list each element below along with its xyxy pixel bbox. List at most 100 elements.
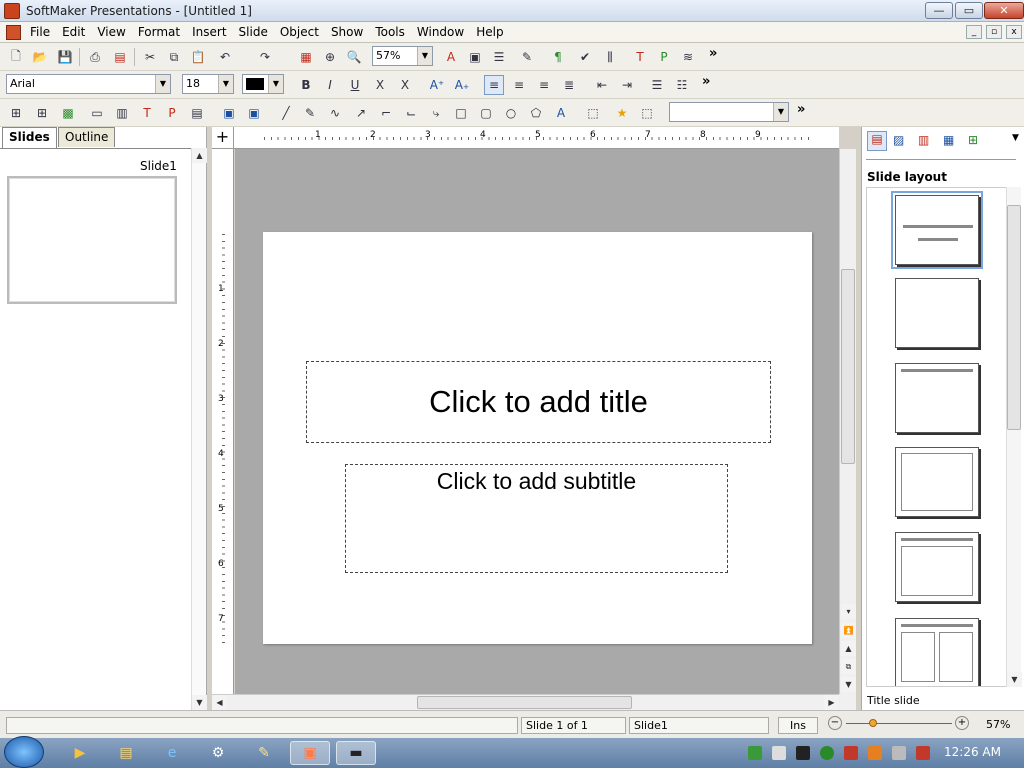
redo-icon[interactable]: ↷ <box>255 47 275 67</box>
bold-icon[interactable]: B <box>296 75 316 95</box>
document-icon[interactable] <box>6 25 21 40</box>
horizontal-scrollbar[interactable]: ◀ ▶ <box>212 694 839 710</box>
zoom-slider-handle[interactable] <box>869 719 877 727</box>
superscript-icon[interactable]: A⁺ <box>427 75 447 95</box>
textmaker-object-icon[interactable]: T <box>137 103 157 123</box>
select-frame-icon[interactable]: ⊞ <box>6 103 26 123</box>
menu-tools[interactable]: Tools <box>369 24 411 40</box>
spell-check-icon[interactable]: ✔ <box>575 47 595 67</box>
layout-content[interactable] <box>895 447 979 517</box>
text-color-combo[interactable]: ▼ <box>242 74 284 94</box>
menu-file[interactable]: File <box>24 24 56 40</box>
print-icon[interactable]: ⎙ <box>85 47 105 67</box>
zoom-slider[interactable] <box>846 723 952 724</box>
ellipse-icon[interactable]: ○ <box>501 103 521 123</box>
text-frame-icon[interactable]: A <box>441 47 461 67</box>
slide-sorter-icon[interactable]: ▦ <box>296 47 316 67</box>
chevron-left-icon[interactable]: ◀ <box>212 695 227 710</box>
layout-scrollbar[interactable]: ▼ <box>1006 187 1022 687</box>
picture-icon[interactable]: ▩ <box>58 103 78 123</box>
start-button[interactable] <box>4 736 44 768</box>
title-placeholder[interactable]: Click to add title <box>306 361 771 443</box>
vertical-scrollbar[interactable]: ▾ ⏫ ▲ ⧉ ▼ <box>839 149 856 694</box>
ruler-corner[interactable]: + <box>212 127 234 149</box>
save-icon[interactable]: 💾 <box>55 47 75 67</box>
zoom-out-icon[interactable]: − <box>828 716 842 730</box>
chevron-right-icon[interactable]: ▶ <box>824 695 839 710</box>
planmaker-icon[interactable]: P <box>654 47 674 67</box>
increase-indent-icon[interactable]: ⇥ <box>617 75 637 95</box>
ole-object-icon[interactable]: ▭ <box>87 103 107 123</box>
autoshape-icon[interactable]: ⬠ <box>526 103 546 123</box>
layout-blank[interactable] <box>895 278 979 348</box>
tray-display-icon[interactable] <box>892 746 906 760</box>
tray-play-icon[interactable] <box>820 746 834 760</box>
planmaker-object-icon[interactable]: P <box>162 103 182 123</box>
clock[interactable]: 12:26 AM <box>944 745 1001 759</box>
style-combo[interactable]: ▼ <box>669 102 789 122</box>
slide-overview-icon[interactable]: ⧉ <box>841 659 856 674</box>
tray-volume-icon[interactable] <box>772 746 786 760</box>
pen-icon[interactable]: ✎ <box>300 103 320 123</box>
menu-insert[interactable]: Insert <box>186 24 232 40</box>
menu-view[interactable]: View <box>91 24 131 40</box>
list-icon[interactable]: ☰ <box>489 47 509 67</box>
slides-pane-scrollbar[interactable]: ▲ ▼ <box>191 148 207 710</box>
menu-object[interactable]: Object <box>274 24 325 40</box>
chevron-down-icon[interactable]: ▼ <box>1012 133 1019 143</box>
color-scheme-tab-icon[interactable]: ▥ <box>918 133 929 147</box>
textmaker-icon[interactable]: T <box>630 47 650 67</box>
menu-format[interactable]: Format <box>132 24 186 40</box>
more-formatting-icon[interactable]: » <box>702 74 710 89</box>
zoom-in-icon[interactable]: + <box>955 716 969 730</box>
paste-icon[interactable]: 📋 <box>188 47 208 67</box>
italic-icon[interactable]: I <box>320 75 340 95</box>
doc-minimize-button[interactable]: _ <box>966 25 982 39</box>
star-icon[interactable]: ★ <box>612 103 632 123</box>
next-page-icon[interactable]: ▼ <box>841 677 856 692</box>
chevron-down-icon[interactable]: ▾ <box>841 604 856 619</box>
minimize-button[interactable]: — <box>925 2 953 19</box>
rounded-rect-icon[interactable]: ▢ <box>476 103 496 123</box>
group-icon[interactable]: ⬚ <box>583 103 603 123</box>
curved-connector-icon[interactable]: ⤷ <box>426 103 446 123</box>
vertical-scroll-thumb[interactable] <box>841 269 855 464</box>
open-folder-icon[interactable]: 📂 <box>30 47 50 67</box>
chart-frame-icon[interactable]: ▥ <box>112 103 132 123</box>
align-center-icon[interactable]: ≡ <box>509 75 529 95</box>
align-right-icon[interactable]: ≡ <box>534 75 554 95</box>
slide-thumbnail[interactable] <box>7 176 177 304</box>
line-icon[interactable]: ╱ <box>276 103 296 123</box>
zoom-magnifier-icon[interactable]: 🔍 <box>344 47 364 67</box>
browser-icon[interactable]: e <box>152 741 192 765</box>
font-size-combo[interactable]: 18 ▼ <box>182 74 234 94</box>
layout-title-content[interactable] <box>895 532 979 602</box>
audio-icon[interactable]: ▣ <box>244 103 264 123</box>
doc-restore-button[interactable]: ▫ <box>986 25 1002 39</box>
tray-console-icon[interactable] <box>796 746 810 760</box>
horizontal-scroll-thumb[interactable] <box>417 696 632 709</box>
chevron-down-icon[interactable]: ▼ <box>268 75 283 93</box>
subtitle-placeholder[interactable]: Click to add subtitle <box>345 464 728 573</box>
video-icon[interactable]: ▣ <box>219 103 239 123</box>
menu-slide[interactable]: Slide <box>233 24 274 40</box>
subscript-icon[interactable]: A₊ <box>452 75 472 95</box>
previous-page-icon[interactable]: ▲ <box>841 641 856 656</box>
menu-show[interactable]: Show <box>325 24 369 40</box>
table-frame-icon[interactable]: ⊞ <box>32 103 52 123</box>
decrease-indent-icon[interactable]: ⇤ <box>592 75 612 95</box>
underline-icon[interactable]: U <box>345 75 365 95</box>
maximize-button[interactable]: ▭ <box>955 2 983 19</box>
chevron-down-icon[interactable]: ▼ <box>192 695 207 710</box>
menu-edit[interactable]: Edit <box>56 24 91 40</box>
zoom-in-icon[interactable]: ⊕ <box>320 47 340 67</box>
tab-outline[interactable]: Outline <box>58 127 116 147</box>
tray-security-icon[interactable] <box>844 746 858 760</box>
more-objects-icon[interactable]: » <box>797 102 805 117</box>
paragraph-marks-icon[interactable]: ¶ <box>548 47 568 67</box>
animation-tab-icon[interactable]: ⊞ <box>968 133 978 147</box>
strikethrough-icon[interactable]: X <box>370 75 390 95</box>
align-left-icon[interactable]: ≡ <box>484 75 504 95</box>
status-insert-mode[interactable]: Ins <box>778 717 818 734</box>
layout-title-slide[interactable] <box>891 191 983 269</box>
